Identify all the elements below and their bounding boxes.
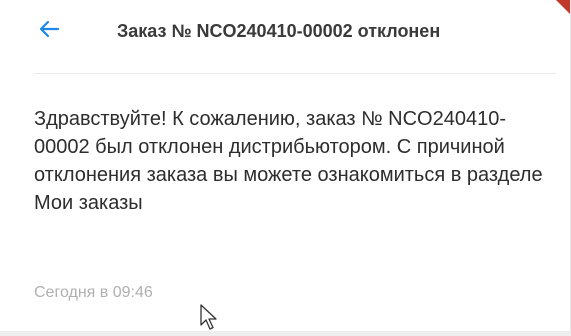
message-body: Здравствуйте! К сожалению, заказ № NCO24… [34, 108, 543, 214]
mouse-pointer-icon [199, 303, 219, 331]
header-divider [34, 73, 556, 74]
notification-header: Заказ № NCO240410-00002 отклонен [0, 0, 571, 62]
message-timestamp: Сегодня в 09:46 [34, 284, 153, 301]
page-title: Заказ № NCO240410-00002 отклонен [117, 21, 441, 41]
back-button[interactable] [34, 16, 64, 46]
arrow-left-icon [38, 20, 60, 43]
notification-card: Заказ № NCO240410-00002 отклонен Здравст… [0, 0, 571, 331]
